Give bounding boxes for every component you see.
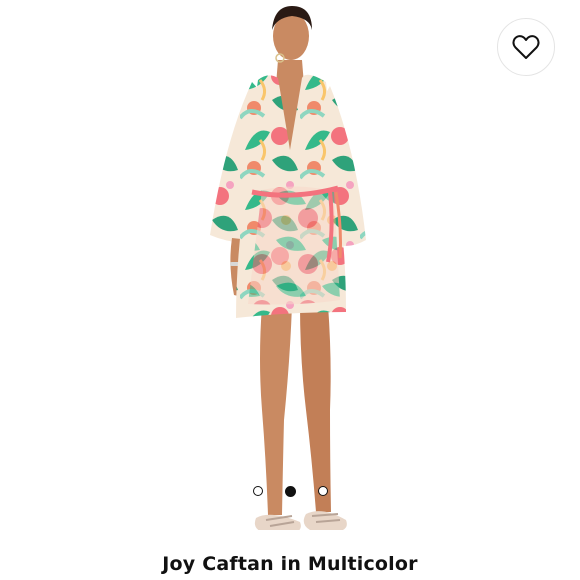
heart-icon: [512, 35, 540, 59]
product-title: Joy Caftan in Multicolor: [162, 553, 418, 575]
carousel-pagination: [0, 484, 580, 498]
carousel-dot-1[interactable]: [252, 486, 263, 496]
carousel-dot-3[interactable]: [317, 486, 328, 496]
wishlist-button[interactable]: [497, 18, 555, 76]
carousel-dot-2-active[interactable]: [284, 485, 296, 497]
product-image[interactable]: [0, 0, 580, 530]
model-wearing-caftan-illustration: [210, 6, 366, 530]
product-page: Joy Caftan in Multicolor: [0, 0, 580, 580]
